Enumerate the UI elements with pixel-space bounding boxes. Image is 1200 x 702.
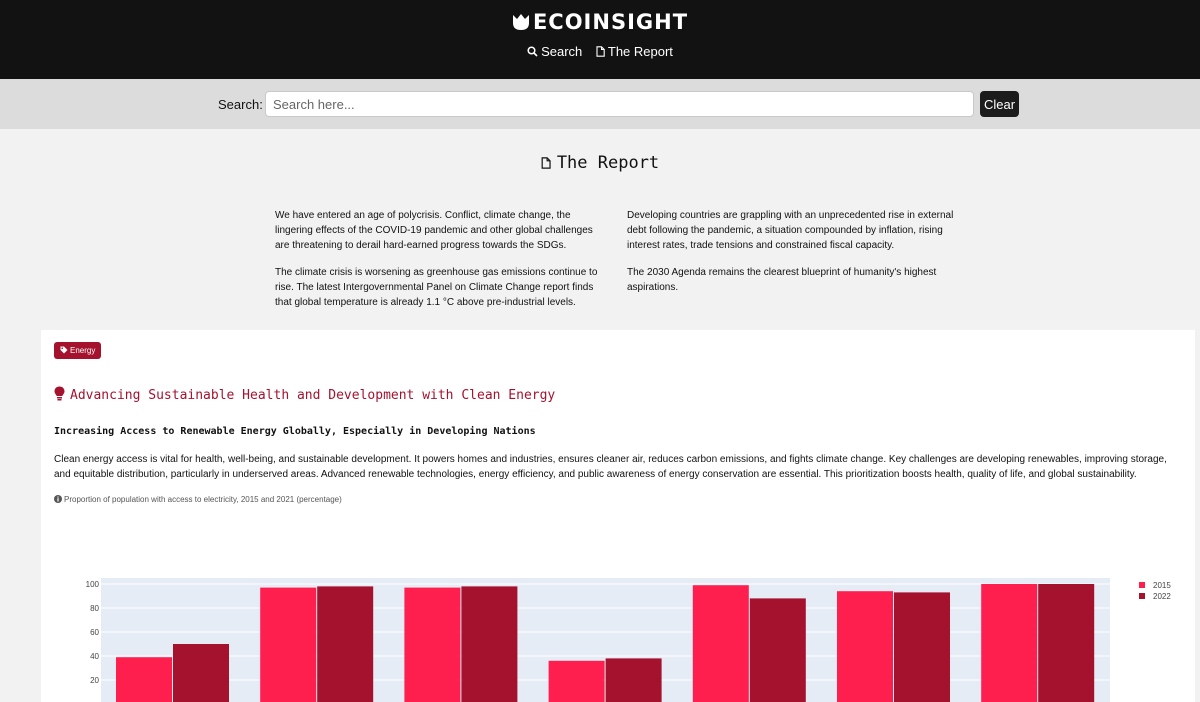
search-icon [527, 46, 538, 57]
clear-button[interactable]: Clear [980, 91, 1019, 117]
bar-2022 [173, 644, 229, 702]
bar-2022 [1038, 584, 1095, 702]
nav-report-link[interactable]: The Report [596, 44, 673, 59]
card-title-text: Advancing Sustainable Health and Develop… [70, 388, 556, 403]
bar-2022 [605, 658, 662, 702]
brand-name: ECOINSIGHT [532, 10, 689, 34]
report-paragraph: Developing countries are grappling with … [627, 210, 954, 251]
y-tick-label: 20 [90, 676, 99, 685]
report-paragraph: We have entered an age of polycrisis. Co… [275, 210, 593, 251]
tulip-logo-icon [512, 14, 529, 30]
bar-2022 [894, 592, 950, 702]
report-title: The Report [556, 153, 660, 173]
bar-2015 [116, 657, 172, 702]
nav-report-label: The Report [607, 44, 673, 59]
search-bar: Search: Clear [0, 79, 1200, 129]
plot-area [101, 578, 1110, 702]
bar-2015 [692, 585, 749, 702]
legend-label: 2022 [1153, 592, 1171, 601]
chart-caption-text: Proportion of population with access to … [64, 495, 342, 504]
top-header: ECOINSIGHT Search The Report [0, 0, 1200, 79]
bar-2015 [548, 660, 605, 702]
bar-2015 [837, 591, 893, 702]
tag-icon [60, 346, 68, 354]
card-subtitle: Increasing Access to Renewable Energy Gl… [54, 426, 536, 437]
info-icon [54, 495, 62, 503]
document-icon [596, 46, 605, 57]
legend-swatch [1139, 593, 1145, 599]
y-tick-label: 60 [90, 628, 99, 637]
bar-2022 [749, 598, 806, 702]
main-nav: Search The Report [0, 44, 1200, 59]
bar-2015 [404, 587, 461, 702]
document-icon [541, 157, 551, 169]
category-tag-label: Energy [70, 346, 96, 355]
card-title: Advancing Sustainable Health and Develop… [54, 386, 555, 403]
report-paragraph: The climate crisis is worsening as green… [275, 267, 598, 308]
bar-2022 [461, 586, 518, 702]
bar-chart: 20 40 60 80 100 2015 2022 [86, 578, 1171, 702]
report-column-left: We have entered an age of polycrisis. Co… [275, 208, 605, 322]
y-tick-label: 40 [90, 652, 99, 661]
report-heading: The Report [0, 153, 1200, 173]
bar-2015 [981, 584, 1038, 702]
legend-label: 2015 [1153, 581, 1171, 590]
brand-logo[interactable]: ECOINSIGHT [0, 10, 1200, 34]
search-input[interactable] [265, 91, 974, 117]
legend-swatch [1139, 582, 1145, 588]
lightbulb-icon [54, 386, 65, 401]
report-paragraph: The 2030 Agenda remains the clearest blu… [627, 267, 937, 293]
report-column-right: Developing countries are grappling with … [627, 208, 957, 307]
card-body-text: Clean energy access is vital for health,… [54, 454, 1167, 480]
search-label: Search: [218, 97, 263, 112]
y-tick-label: 80 [90, 604, 99, 613]
nav-search-link[interactable]: Search [527, 44, 586, 59]
nav-search-label: Search [541, 44, 583, 59]
bar-2022 [317, 586, 374, 702]
bar-2015 [260, 587, 317, 702]
chart-caption: Proportion of population with access to … [54, 495, 342, 504]
y-tick-label: 100 [86, 580, 100, 589]
category-tag[interactable]: Energy [54, 342, 102, 359]
